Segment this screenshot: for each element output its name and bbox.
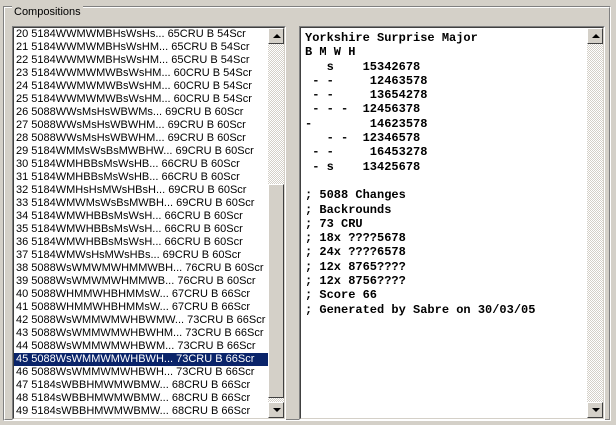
composition-line: - - 16453278: [305, 145, 428, 160]
text-scroll-down-button[interactable]: [587, 402, 603, 418]
list-item[interactable]: 28 5088WWsMsHsWBWHM... 69CRU B 60Scr: [14, 132, 268, 145]
composition-line: - - - 12456378: [305, 102, 421, 117]
composition-line: - - 13654278: [305, 88, 428, 103]
composition-line: - 14623578: [305, 116, 428, 131]
list-item[interactable]: 30 5184WMHBBsMsWsHB... 66CRU B 60Scr: [14, 158, 268, 171]
composition-text-view[interactable]: Yorkshire Surprise Major B M W H s 153426…: [299, 26, 605, 420]
arrow-down-icon: [273, 408, 281, 412]
list-scroll-up-button[interactable]: [268, 28, 284, 44]
composition-line: [305, 174, 535, 188]
composition-line: ; Backrounds: [305, 202, 392, 217]
list-item[interactable]: 40 5088WHMMWHBHMMsW... 67CRU B 66Scr: [14, 288, 268, 301]
list-item[interactable]: 39 5088WsWMWMWHMMWB... 76CRU B 60Scr: [14, 275, 268, 288]
list-scroll-thumb[interactable]: [268, 184, 284, 398]
composition-line: ; 12x 8765????: [305, 259, 406, 274]
compositions-group: Compositions 20 5184WWMWMBHsWsHs... 65CR…: [3, 6, 611, 421]
composition-line: ; 18x ????5678: [305, 231, 406, 246]
composition-line: ; 73 CRU: [305, 216, 363, 231]
composition-line: ; 12x 8756????: [305, 274, 406, 289]
composition-text: Yorkshire Surprise Major B M W H s 153426…: [305, 31, 535, 317]
arrow-down-icon: [592, 408, 600, 412]
list-item[interactable]: 33 5184WMWMsWsBsMWBH... 69CRU B 60Scr: [14, 197, 268, 210]
list-item[interactable]: 44 5088WsWMMWMWHBWM... 73CRU B 66Scr: [14, 340, 268, 353]
list-item[interactable]: 42 5088WsWMMWMWHBWMW... 73CRU B 66Scr: [14, 314, 268, 327]
list-item[interactable]: 41 5088WHMMWHBHMMsW... 67CRU B 66Scr: [14, 301, 268, 314]
composition-line: s 15342678: [305, 59, 421, 74]
list-item[interactable]: 20 5184WWMWMBHsWsHs... 65CRU B 54Scr: [14, 28, 268, 41]
compositions-listbox[interactable]: 20 5184WWMWMBHsWsHs... 65CRU B 54Scr 21 5…: [12, 26, 286, 420]
composition-line: - s 13425678: [305, 159, 421, 174]
list-item[interactable]: 32 5184WMHsHsMWsHBsH... 69CRU B 60Scr: [14, 184, 268, 197]
compositions-list-items: 20 5184WWMWMBHsWsHs... 65CRU B 54Scr 21 5…: [14, 28, 268, 418]
list-vertical-scrollbar[interactable]: [268, 28, 284, 418]
composition-line: Yorkshire Surprise Major: [305, 31, 478, 45]
composition-line: B M W H: [305, 45, 356, 60]
list-item[interactable]: 27 5088WWsMsHsWBWHM... 69CRU B 60Scr: [14, 119, 268, 132]
list-item[interactable]: 22 5184WWMWMBHsWsHM... 65CRU B 54Scr: [14, 54, 268, 67]
arrow-up-icon: [273, 34, 281, 38]
list-item[interactable]: 31 5184WMHBBsMsWsHB... 66CRU B 60Scr: [14, 171, 268, 184]
list-item[interactable]: 35 5184WMWHBBsMsWsH... 66CRU B 60Scr: [14, 223, 268, 236]
list-item[interactable]: 21 5184WWMWMBHsWsHM... 65CRU B 54Scr: [14, 41, 268, 54]
list-item[interactable]: 24 5184WWMWMWBsWsHM... 60CRU B 54Scr: [14, 80, 268, 93]
list-item[interactable]: 47 5184sWBBHMWMWBMW... 68CRU B 66Scr: [14, 379, 268, 392]
composition-line: ; 5088 Changes: [305, 188, 406, 203]
list-item[interactable]: 37 5184WMWsHsMWsHBs... 69CRU B 60Scr: [14, 249, 268, 262]
list-item[interactable]: 38 5088WsWMWMWHMMWBH... 76CRU B 60Scr: [14, 262, 268, 275]
list-item[interactable]: 34 5184WMWHBBsMsWsH... 66CRU B 60Scr: [14, 210, 268, 223]
text-vertical-scrollbar[interactable]: [587, 28, 603, 418]
list-scroll-down-button[interactable]: [268, 402, 284, 418]
composition-line: ; Generated by Sabre on 30/03/05: [305, 302, 536, 317]
composition-line: ; 24x ????6578: [305, 245, 406, 260]
list-item[interactable]: 45 5088WsWMMWMWHBWH... 73CRU B 66Scr: [14, 353, 268, 366]
list-item[interactable]: 29 5184WMMsWsBsMWBHW... 69CRU B 60Scr: [14, 145, 268, 158]
list-item[interactable]: 36 5184WMWHBBsMsWsH... 66CRU B 60Scr: [14, 236, 268, 249]
composition-line: - - 12463578: [305, 73, 428, 88]
composition-line: - - 12346578: [305, 131, 421, 146]
list-item[interactable]: 25 5184WWMWMWBsWsHM... 60CRU B 54Scr: [14, 93, 268, 106]
list-item[interactable]: 46 5088WsWMMWMWHBWH... 73CRU B 66Scr: [14, 366, 268, 379]
composition-line: ; Score 66: [305, 288, 378, 303]
compositions-group-label: Compositions: [12, 6, 83, 18]
arrow-up-icon: [592, 34, 600, 38]
text-scroll-up-button[interactable]: [587, 28, 603, 44]
list-item[interactable]: 43 5088WsWMMWMWHBWHM... 73CRU B 66Scr: [14, 327, 268, 340]
list-item[interactable]: 23 5184WWMWMWBsWsHM... 60CRU B 54Scr: [14, 67, 268, 80]
list-item[interactable]: 48 5184sWBBHMWMWBMW... 68CRU B 66Scr: [14, 392, 268, 405]
list-item[interactable]: 49 5184sWBBHMWMWBMW... 68CRU B 66Scr: [14, 405, 268, 418]
list-item[interactable]: 26 5088WWsMsHsWBWMs... 69CRU B 60Scr: [14, 106, 268, 119]
